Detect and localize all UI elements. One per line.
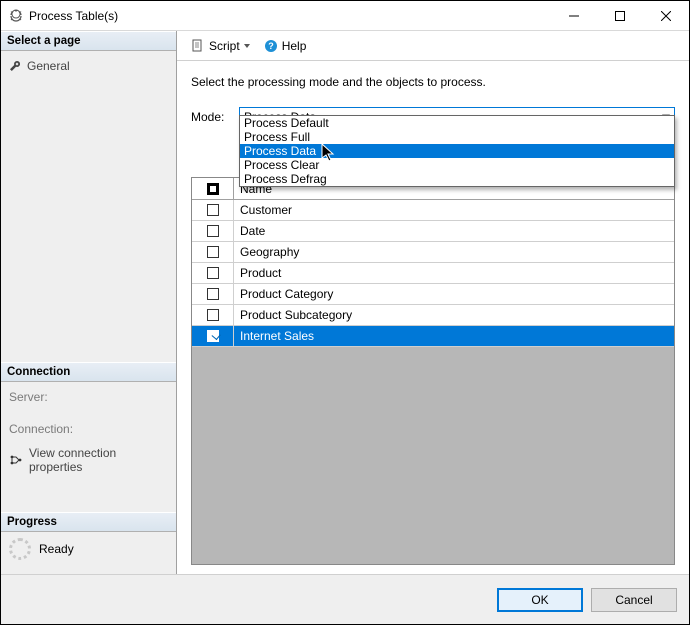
cancel-label: Cancel: [615, 593, 652, 607]
table-row[interactable]: Product Category: [192, 284, 674, 305]
checkbox-icon: [207, 330, 219, 342]
help-label: Help: [282, 39, 307, 53]
progress-spinner-icon: [9, 538, 31, 560]
checkbox-icon: [207, 288, 219, 300]
view-connection-properties-label: View connection properties: [29, 446, 168, 474]
script-label: Script: [209, 39, 240, 53]
mode-option[interactable]: Process Defrag: [240, 172, 674, 186]
mode-option[interactable]: Process Data: [240, 144, 674, 158]
tri-state-checkbox-icon: [207, 183, 219, 195]
cancel-button[interactable]: Cancel: [591, 588, 677, 612]
connection-icon: [9, 454, 23, 466]
checkbox-icon: [207, 309, 219, 321]
connection-label: Connection:: [9, 422, 168, 436]
chevron-down-icon: [244, 44, 250, 48]
wrench-icon: [9, 60, 21, 72]
ok-button[interactable]: OK: [497, 588, 583, 612]
row-name: Customer: [234, 200, 674, 220]
close-button[interactable]: [643, 1, 689, 31]
checkbox-icon: [207, 225, 219, 237]
row-name: Date: [234, 221, 674, 241]
left-pane: Select a page General Connection Server:…: [1, 31, 177, 574]
row-checkbox-cell[interactable]: [192, 284, 234, 304]
help-icon: ?: [264, 39, 278, 53]
server-label: Server:: [9, 390, 168, 404]
mode-option[interactable]: Process Clear: [240, 158, 674, 172]
dialog-footer: OK Cancel: [1, 574, 689, 624]
right-pane: Script ? Help Select the processing mode…: [177, 31, 689, 574]
ok-label: OK: [531, 593, 548, 607]
mode-option[interactable]: Process Full: [240, 130, 674, 144]
row-checkbox-cell[interactable]: [192, 200, 234, 220]
window-title: Process Table(s): [29, 9, 118, 23]
page-item-general[interactable]: General: [9, 57, 168, 75]
row-name: Product Category: [234, 284, 674, 304]
row-checkbox-cell[interactable]: [192, 305, 234, 325]
table-row[interactable]: Geography: [192, 242, 674, 263]
row-name: Product: [234, 263, 674, 283]
page-item-label: General: [27, 59, 70, 73]
script-button[interactable]: Script: [187, 37, 254, 55]
row-checkbox-cell[interactable]: [192, 221, 234, 241]
progress-header: Progress: [1, 512, 176, 532]
row-name: Geography: [234, 242, 674, 262]
mode-option[interactable]: Process Default: [240, 116, 674, 130]
row-checkbox-cell[interactable]: [192, 263, 234, 283]
table-row[interactable]: Internet Sales: [192, 326, 674, 347]
row-name: Internet Sales: [234, 326, 674, 346]
table-row[interactable]: Date: [192, 221, 674, 242]
minimize-button[interactable]: [551, 1, 597, 31]
select-page-header: Select a page: [1, 31, 176, 51]
maximize-button[interactable]: [597, 1, 643, 31]
mode-dropdown-list[interactable]: Process DefaultProcess FullProcess DataP…: [239, 115, 675, 187]
checkbox-icon: [207, 204, 219, 216]
table-row[interactable]: Product: [192, 263, 674, 284]
table-row[interactable]: Product Subcategory: [192, 305, 674, 326]
script-icon: [191, 39, 205, 53]
row-name: Product Subcategory: [234, 305, 674, 325]
app-icon: [9, 9, 23, 23]
grid-header-checkbox-cell[interactable]: [192, 178, 234, 199]
mode-label: Mode:: [191, 110, 233, 124]
instruction-text: Select the processing mode and the objec…: [191, 75, 675, 89]
progress-status: Ready: [39, 542, 74, 556]
checkbox-icon: [207, 246, 219, 258]
view-connection-properties[interactable]: View connection properties: [9, 446, 168, 474]
table-row[interactable]: Customer: [192, 200, 674, 221]
title-bar: Process Table(s): [1, 1, 689, 31]
row-checkbox-cell[interactable]: [192, 326, 234, 346]
objects-grid: Name CustomerDateGeographyProductProduct…: [191, 177, 675, 565]
help-button[interactable]: ? Help: [260, 37, 311, 55]
svg-text:?: ?: [268, 41, 274, 51]
checkbox-icon: [207, 267, 219, 279]
connection-header: Connection: [1, 362, 176, 382]
row-checkbox-cell[interactable]: [192, 242, 234, 262]
toolbar: Script ? Help: [177, 31, 689, 61]
